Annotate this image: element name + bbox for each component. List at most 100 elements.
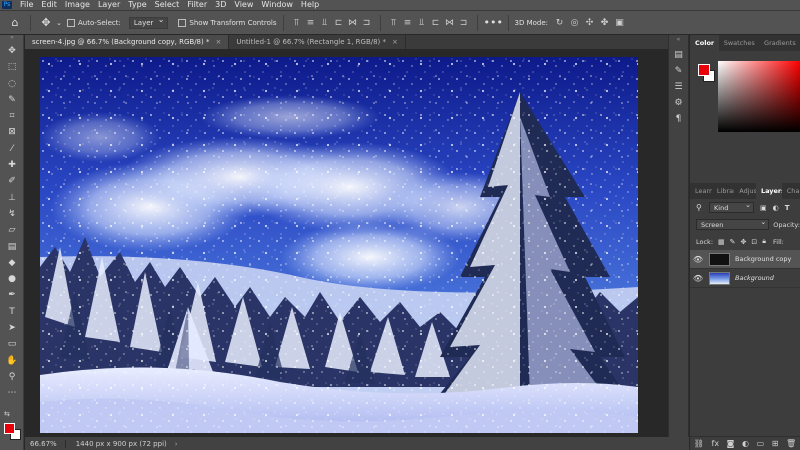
blur-tool-icon[interactable]: ◆	[0, 255, 24, 271]
menu-help[interactable]: Help	[297, 0, 323, 10]
close-icon[interactable]: ×	[215, 38, 221, 46]
menu-layer[interactable]: Layer	[94, 0, 124, 10]
color-swatches[interactable]: ⇆	[3, 410, 23, 442]
lock-all-icon[interactable]: 🔒︎	[762, 237, 766, 246]
distribute-hcenter-icon[interactable]: ⋈	[443, 18, 457, 28]
auto-select-checkbox[interactable]	[67, 18, 75, 27]
filter-kind-dropdown[interactable]: Kind	[709, 200, 754, 213]
auto-select-dropdown[interactable]: Layer	[128, 15, 169, 29]
lock-position-icon[interactable]: ✥	[741, 238, 747, 246]
frame-tool-icon[interactable]: ⊠	[0, 124, 24, 140]
brush-tool-icon[interactable]: ✐	[0, 173, 24, 189]
layer-row[interactable]: 👁︎ Background	[690, 269, 800, 288]
lock-transparent-icon[interactable]: ▦	[718, 238, 725, 246]
align-hcenter-icon[interactable]: ⋈	[346, 18, 360, 28]
3d-roll-icon[interactable]: ◎	[567, 18, 582, 28]
pen-tool-icon[interactable]: ✒	[0, 287, 24, 303]
quick-select-tool-icon[interactable]: ✎	[0, 92, 24, 108]
canvas-workspace[interactable]	[25, 49, 689, 437]
tab-swatches[interactable]: Swatches	[719, 35, 759, 51]
hand-tool-icon[interactable]: ✋	[0, 353, 24, 369]
move-tool-icon[interactable]: ✥	[37, 16, 55, 29]
eraser-tool-icon[interactable]: ▱	[0, 222, 24, 238]
filter-type-icon[interactable]: T	[785, 204, 790, 212]
chevron-right-icon[interactable]: ›	[175, 440, 178, 448]
blend-mode-dropdown[interactable]: Screen	[696, 217, 770, 230]
3d-orbit-icon[interactable]: ↻	[552, 18, 567, 28]
align-left-icon[interactable]: ⊏	[332, 18, 346, 28]
align-top-icon[interactable]: ⫪	[290, 18, 304, 28]
color-picker-field[interactable]	[718, 61, 800, 132]
tab-libraries[interactable]: Librar	[712, 183, 734, 199]
tab-layers[interactable]: Layers	[755, 183, 782, 199]
adjustments-panel-icon[interactable]: ☰	[669, 79, 688, 95]
new-group-icon[interactable]: ▭	[757, 439, 765, 448]
move-tool-icon[interactable]: ✥	[0, 43, 24, 59]
add-mask-icon[interactable]: ◙	[727, 439, 735, 448]
layer-name[interactable]: Background	[735, 274, 774, 282]
paragraph-panel-icon[interactable]: ¶	[669, 111, 688, 127]
more-options-icon[interactable]: •••	[484, 16, 503, 29]
lock-paint-icon[interactable]: ✎	[730, 238, 736, 246]
eyedropper-tool-icon[interactable]: ⁄	[0, 141, 24, 157]
menu-view[interactable]: View	[230, 0, 257, 10]
tab-screen-4[interactable]: screen-4.jpg @ 66.7% (Background copy, R…	[25, 35, 230, 49]
align-vcenter-icon[interactable]: ≡	[304, 18, 318, 28]
3d-scale-icon[interactable]: ▣	[612, 18, 627, 28]
trash-icon[interactable]: 🗑︎	[786, 439, 796, 448]
tab-untitled-1[interactable]: Untitled-1 @ 66.7% (Rectangle 1, RGB/8) …	[229, 35, 406, 49]
layer-row[interactable]: 👁︎ Background copy	[690, 250, 800, 269]
rectangle-tool-icon[interactable]: ▭	[0, 336, 24, 352]
distribute-right-icon[interactable]: ⊐	[457, 18, 471, 28]
link-layers-icon[interactable]: ⛓	[694, 439, 704, 448]
distribute-bottom-icon[interactable]: ⫫	[415, 18, 429, 28]
tab-color[interactable]: Color	[690, 35, 719, 51]
toolbar-grip-icon[interactable]: »	[0, 35, 24, 43]
lock-artboard-icon[interactable]: ⊡	[751, 238, 757, 246]
filter-adjust-icon[interactable]: ◐	[773, 204, 779, 212]
tab-gradients[interactable]: Gradients	[759, 35, 800, 51]
foreground-color-chip[interactable]	[698, 64, 710, 76]
home-icon[interactable]: ⌂	[6, 16, 24, 29]
menu-filter[interactable]: Filter	[183, 0, 211, 10]
more-tools-icon[interactable]: ⋯	[0, 385, 24, 401]
lasso-tool-icon[interactable]: ◌	[0, 76, 24, 92]
menu-edit[interactable]: Edit	[37, 0, 61, 10]
align-right-icon[interactable]: ⊐	[360, 18, 374, 28]
clone-stamp-tool-icon[interactable]: ⊥	[0, 190, 24, 206]
menu-file[interactable]: File	[16, 0, 37, 10]
type-tool-icon[interactable]: T	[0, 304, 24, 320]
distribute-top-icon[interactable]: ⫪	[387, 18, 401, 28]
tab-learn[interactable]: Learn	[690, 183, 712, 199]
menu-type[interactable]: Type	[124, 0, 150, 10]
history-brush-tool-icon[interactable]: ↯	[0, 206, 24, 222]
document-canvas[interactable]	[40, 57, 638, 433]
zoom-level[interactable]: 66.67%	[25, 439, 66, 448]
distribute-vcenter-icon[interactable]: ≡	[401, 18, 415, 28]
distribute-left-icon[interactable]: ⊏	[429, 18, 443, 28]
eye-icon[interactable]: 👁︎	[690, 255, 706, 264]
close-icon[interactable]: ×	[392, 38, 398, 46]
dock-grip-icon[interactable]: «	[669, 35, 688, 47]
3d-pan-icon[interactable]: ✣	[582, 18, 597, 28]
chevron-down-icon[interactable]: ⌄	[55, 19, 63, 27]
show-transform-checkbox[interactable]	[178, 18, 187, 27]
swap-colors-icon[interactable]: ⇆	[4, 410, 10, 418]
brush-panel-icon[interactable]: ✎	[669, 63, 688, 79]
gradient-tool-icon[interactable]: ▤	[0, 239, 24, 255]
menu-image[interactable]: Image	[61, 0, 94, 10]
menu-3d[interactable]: 3D	[211, 0, 230, 10]
dodge-tool-icon[interactable]: ●	[0, 271, 24, 287]
crop-tool-icon[interactable]: ⌗	[0, 108, 24, 124]
properties-panel-icon[interactable]: ⚙	[669, 95, 688, 111]
zoom-tool-icon[interactable]: ⚲	[0, 369, 24, 385]
history-panel-icon[interactable]: ▤	[669, 47, 688, 63]
marquee-tool-icon[interactable]: ⬚	[0, 59, 24, 75]
adjustment-layer-icon[interactable]: ◐	[742, 439, 749, 448]
3d-slide-icon[interactable]: ✤	[597, 18, 612, 28]
foreground-color-swatch[interactable]	[4, 423, 15, 434]
tab-channels[interactable]: Cha	[782, 183, 800, 199]
menu-select[interactable]: Select	[151, 0, 184, 10]
fx-icon[interactable]: fx	[712, 439, 720, 448]
layer-name[interactable]: Background copy	[735, 255, 791, 263]
